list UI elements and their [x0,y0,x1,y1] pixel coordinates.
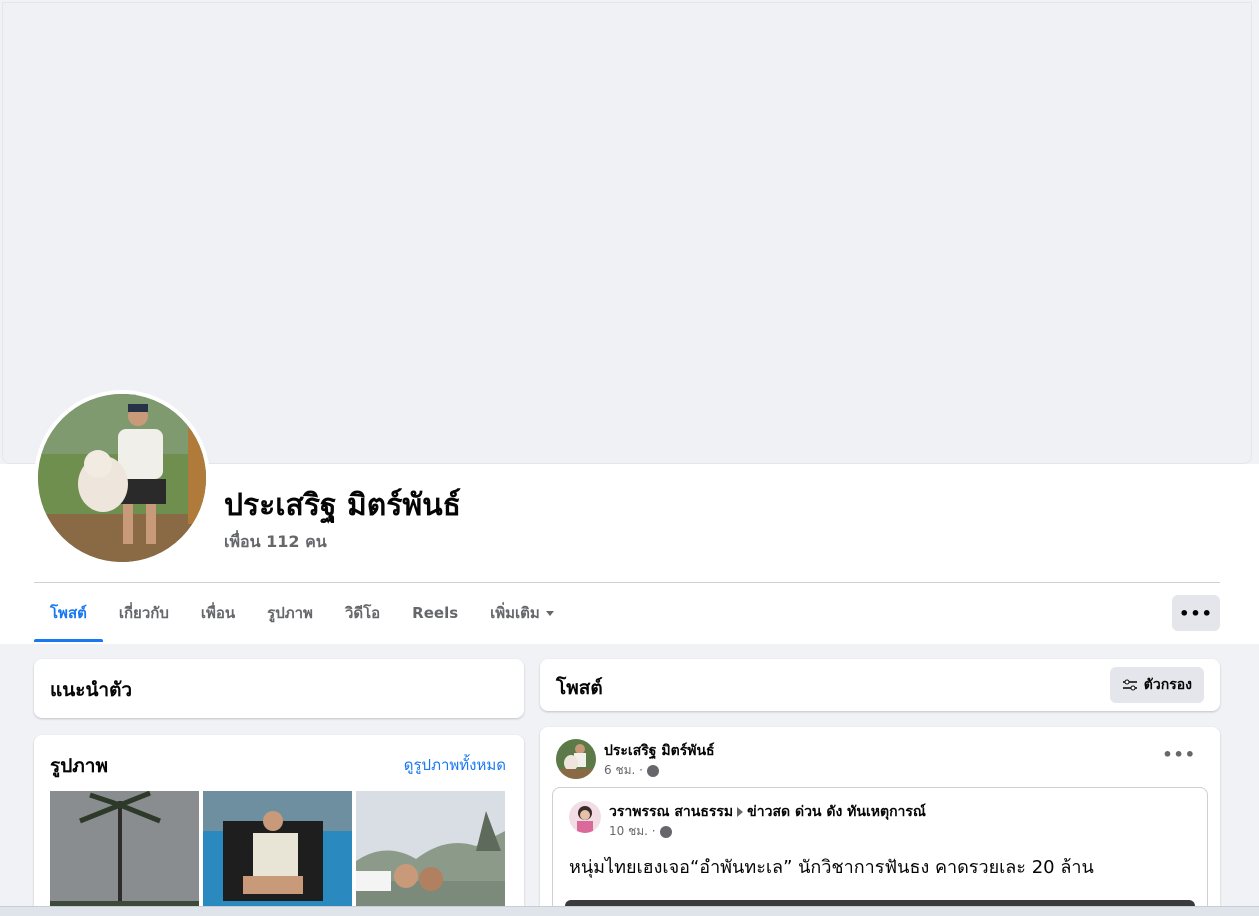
see-all-photos-link[interactable]: ดูรูปภาพทั้งหมด [404,753,506,777]
tab-posts[interactable]: โพสต์ [34,584,103,642]
tab-about[interactable]: เกี่ยวกับ [103,584,185,642]
shared-time[interactable]: 10 ชม. · [609,822,656,841]
shared-author-name[interactable]: วราพรรณ สานธรรม [609,801,733,823]
post-author-avatar[interactable] [556,739,596,779]
post-author-name[interactable]: ประเสริฐ มิตร์พันธ์ [604,740,715,762]
profile-tabs: โพสต์ เกี่ยวกับ เพื่อน รูปภาพ วิดีโอ Ree… [34,584,570,642]
shared-group-name[interactable]: ข่าวสด ด่วน ดัง ทันเหตุการณ์ [747,801,926,823]
shared-post-text: หนุ่มไทยเฮงเจอ“อำพันทะเล” นักวิชาการฟันธ… [569,857,1094,878]
posts-header-card: โพสต์ ตัวกรอง [540,659,1220,711]
shared-meta: 10 ชม. · [609,822,672,841]
shared-author-avatar[interactable] [569,801,601,833]
shared-post[interactable]: วราพรรณ สานธรรม ข่าวสด ด่วน ดัง ทันเหตุก… [552,787,1208,916]
more-options-button[interactable]: ••• [1172,595,1220,631]
post-time[interactable]: 6 ชม. · [604,761,643,780]
photos-card: รูปภาพ ดูรูปภาพทั้งหมด [34,735,524,916]
globe-icon [646,764,659,777]
divider [34,582,1220,583]
photo-thumbnail[interactable] [203,791,352,916]
cover-photo[interactable] [2,2,1252,464]
filter-icon [1122,679,1137,691]
posts-title: โพสต์ [556,677,603,699]
post-meta: 6 ชม. · [604,761,659,780]
shared-author-line: วราพรรณ สานธรรม ข่าวสด ด่วน ดัง ทันเหตุก… [609,801,926,823]
photos-title: รูปภาพ [50,755,108,777]
tab-more-label: เพิ่มเติม [490,604,540,622]
tab-videos[interactable]: วิดีโอ [329,584,396,642]
filter-label: ตัวกรอง [1143,677,1192,693]
post-menu-button[interactable]: ••• [1162,745,1196,764]
photo-thumbnail[interactable] [50,791,199,916]
taskbar [0,906,1259,916]
photo-thumbnail[interactable] [356,791,505,916]
profile-name: ประเสริฐ มิตร์พันธ์ [224,488,461,523]
tab-photos[interactable]: รูปภาพ [251,584,329,642]
intro-card: แนะนำตัว [34,659,524,718]
tab-reels[interactable]: Reels [396,584,474,642]
filter-button[interactable]: ตัวกรอง [1109,667,1204,703]
post-card: ประเสริฐ มิตร์พันธ์ 6 ชม. · ••• วราพรรณ … [540,727,1220,916]
friends-count[interactable]: เพื่อน 112 คน [224,530,327,555]
tab-more[interactable]: เพิ่มเติม [474,584,570,642]
intro-title: แนะนำตัว [50,679,133,701]
globe-icon [659,825,672,838]
arrow-right-icon [737,807,744,817]
profile-avatar[interactable] [34,390,210,566]
caret-down-icon [545,610,554,616]
tab-friends[interactable]: เพื่อน [185,584,251,642]
